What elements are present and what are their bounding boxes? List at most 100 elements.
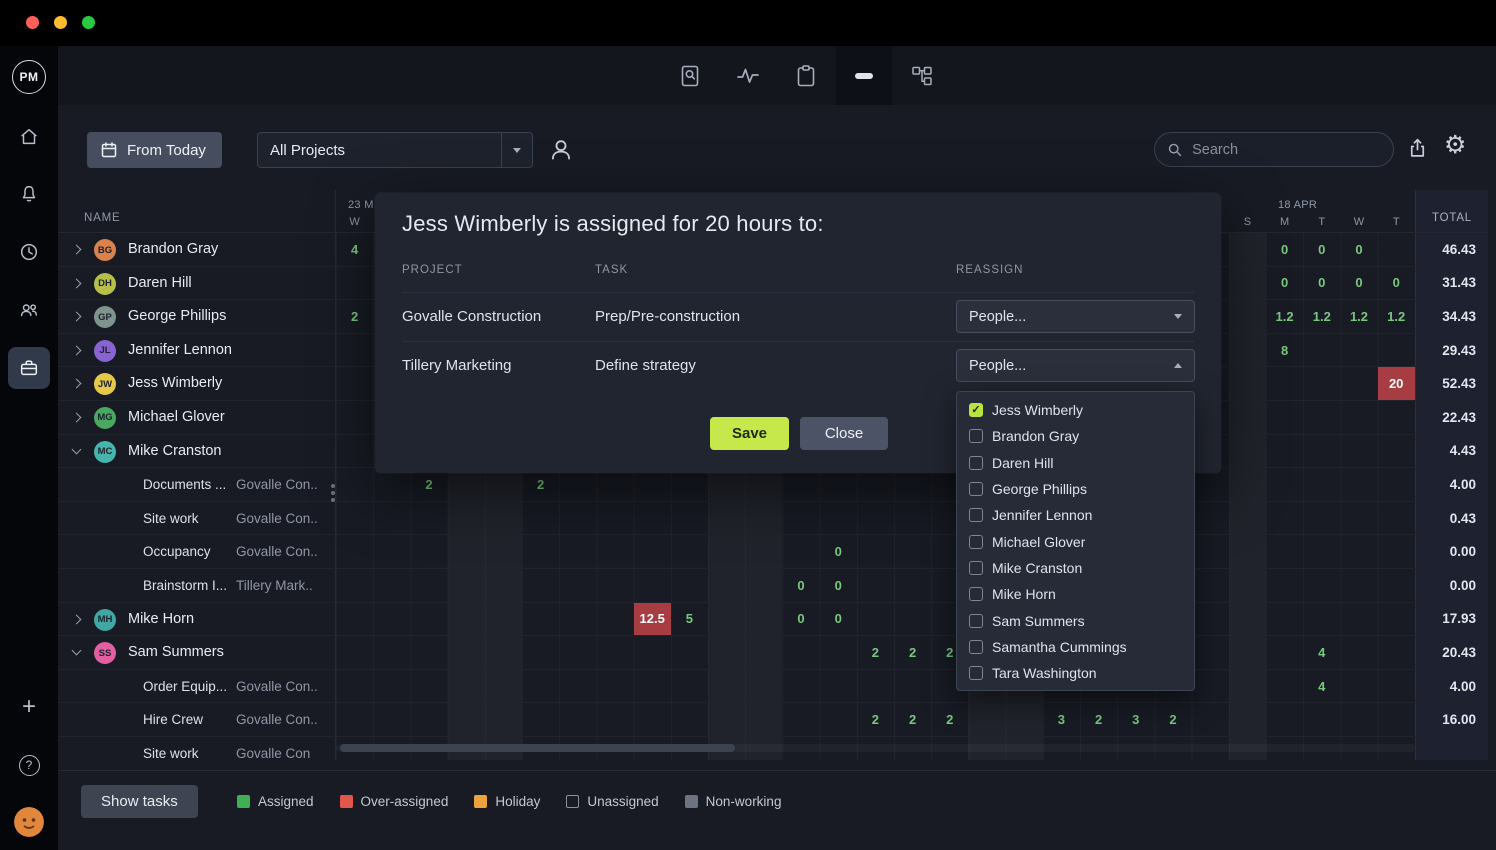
dropdown-option[interactable]: Mike Cranston: [957, 555, 1194, 581]
people-filter-button[interactable]: [547, 134, 579, 166]
chevron-right-icon[interactable]: [72, 379, 82, 389]
row-name-cell[interactable]: DHDaren Hill: [58, 267, 336, 300]
project-filter-dropdown[interactable]: All Projects: [257, 132, 533, 168]
nav-workflow[interactable]: [894, 46, 950, 105]
row-name-cell[interactable]: JWJess Wimberly: [58, 367, 336, 400]
allocation-cell[interactable]: 2: [410, 468, 447, 501]
user-avatar[interactable]: [14, 807, 44, 837]
allocation-cell[interactable]: 0: [820, 535, 857, 568]
allocation-cell[interactable]: 0: [1266, 233, 1303, 266]
allocation-cell[interactable]: 0: [1340, 267, 1377, 300]
nav-activity[interactable]: [720, 46, 776, 105]
checkbox-icon[interactable]: [969, 456, 983, 470]
allocation-cell[interactable]: 1.2: [1340, 300, 1377, 333]
dropdown-option[interactable]: George Phillips: [957, 476, 1194, 502]
over-assigned-cell[interactable]: 20: [1378, 367, 1415, 400]
sidebar-item-help[interactable]: ?: [8, 744, 50, 786]
checkbox-icon[interactable]: [969, 640, 983, 654]
from-today-button[interactable]: From Today: [87, 132, 222, 168]
search-box[interactable]: [1154, 132, 1394, 167]
nav-notes[interactable]: [778, 46, 834, 105]
allocation-cell[interactable]: 0: [782, 569, 819, 602]
row-name-cell[interactable]: Hire CrewGovalle Con..: [58, 703, 336, 736]
allocation-cell[interactable]: 3: [1117, 703, 1154, 736]
allocation-cell[interactable]: 0: [1303, 267, 1340, 300]
dropdown-option[interactable]: Brandon Gray: [957, 423, 1194, 449]
checkbox-icon[interactable]: [969, 535, 983, 549]
row-name-cell[interactable]: Site workGovalle Con..: [58, 502, 336, 535]
over-assigned-cell[interactable]: 12.5: [634, 603, 671, 636]
chevron-right-icon[interactable]: [72, 278, 82, 288]
app-logo[interactable]: PM: [12, 60, 46, 94]
checkbox-icon[interactable]: [969, 508, 983, 522]
reassign-select-2[interactable]: People...: [956, 349, 1195, 382]
zoom-button[interactable]: [82, 16, 95, 29]
allocation-cell[interactable]: 2: [857, 703, 894, 736]
export-button[interactable]: [1406, 136, 1429, 159]
allocation-cell[interactable]: 0: [820, 603, 857, 636]
allocation-cell[interactable]: 0: [1303, 233, 1340, 266]
row-name-cell[interactable]: Site workGovalle Con: [58, 737, 336, 760]
allocation-cell[interactable]: 5: [671, 603, 708, 636]
allocation-cell[interactable]: 2: [336, 300, 373, 333]
dropdown-option[interactable]: Jennifer Lennon: [957, 502, 1194, 528]
checkbox-icon[interactable]: [969, 666, 983, 680]
horizontal-scrollbar[interactable]: [336, 744, 1415, 752]
allocation-cell[interactable]: 0: [1266, 267, 1303, 300]
checkbox-icon[interactable]: [969, 587, 983, 601]
row-name-cell[interactable]: Documents ...Govalle Con..: [58, 468, 336, 501]
checkbox-icon[interactable]: [969, 614, 983, 628]
allocation-cell[interactable]: 2: [894, 703, 931, 736]
settings-button[interactable]: ⚙: [1444, 133, 1466, 158]
row-name-cell[interactable]: BGBrandon Gray: [58, 233, 336, 266]
chevron-down-icon[interactable]: [72, 646, 82, 656]
dropdown-option[interactable]: Daren Hill: [957, 450, 1194, 476]
sidebar-item-notifications[interactable]: [8, 173, 50, 215]
allocation-cell[interactable]: 2: [894, 636, 931, 669]
sidebar-item-projects[interactable]: [8, 347, 50, 389]
row-name-cell[interactable]: MGMichael Glover: [58, 401, 336, 434]
save-button[interactable]: Save: [710, 417, 789, 450]
row-name-cell[interactable]: Brainstorm I...Tillery Mark..: [58, 569, 336, 602]
checkbox-icon[interactable]: [969, 429, 983, 443]
close-button[interactable]: [26, 16, 39, 29]
sidebar-item-history[interactable]: [8, 231, 50, 273]
allocation-cell[interactable]: 8: [1266, 334, 1303, 367]
minimize-button[interactable]: [54, 16, 67, 29]
row-name-cell[interactable]: OccupancyGovalle Con..: [58, 535, 336, 568]
reassign-select-1[interactable]: People...: [956, 300, 1195, 333]
allocation-cell[interactable]: 0: [820, 569, 857, 602]
allocation-cell[interactable]: 2: [522, 468, 559, 501]
allocation-cell[interactable]: 0: [1340, 233, 1377, 266]
checkbox-icon[interactable]: [969, 482, 983, 496]
allocation-cell[interactable]: 2: [1080, 703, 1117, 736]
row-name-cell[interactable]: Order Equip...Govalle Con..: [58, 670, 336, 703]
dropdown-option[interactable]: Samantha Cummings: [957, 634, 1194, 660]
nav-workload[interactable]: [836, 46, 892, 105]
chevron-right-icon[interactable]: [72, 312, 82, 322]
allocation-cell[interactable]: 4: [1303, 636, 1340, 669]
sidebar-item-home[interactable]: [8, 116, 50, 158]
dropdown-option[interactable]: Michael Glover: [957, 528, 1194, 554]
row-name-cell[interactable]: MHMike Horn: [58, 603, 336, 636]
chevron-right-icon[interactable]: [72, 345, 82, 355]
search-input[interactable]: [1190, 141, 1381, 159]
show-tasks-button[interactable]: Show tasks: [81, 785, 198, 818]
allocation-cell[interactable]: 1.2: [1378, 300, 1415, 333]
sidebar-item-add[interactable]: +: [8, 686, 50, 728]
panel-splitter-handle[interactable]: [331, 484, 335, 488]
allocation-cell[interactable]: 3: [1043, 703, 1080, 736]
chevron-down-icon[interactable]: [72, 444, 82, 454]
allocation-cell[interactable]: 1.2: [1303, 300, 1340, 333]
row-name-cell[interactable]: MCMike Cranston: [58, 435, 336, 468]
row-name-cell[interactable]: SSSam Summers: [58, 636, 336, 669]
dropdown-option[interactable]: Sam Summers: [957, 607, 1194, 633]
allocation-cell[interactable]: 2: [1154, 703, 1191, 736]
chevron-right-icon[interactable]: [72, 413, 82, 423]
checkbox-checked-icon[interactable]: ✓: [969, 403, 983, 417]
chevron-right-icon[interactable]: [72, 614, 82, 624]
dropdown-option[interactable]: Tara Washington: [957, 660, 1194, 686]
scrollbar-thumb[interactable]: [340, 744, 735, 752]
dropdown-option[interactable]: Mike Horn: [957, 581, 1194, 607]
allocation-cell[interactable]: 4: [1303, 670, 1340, 703]
